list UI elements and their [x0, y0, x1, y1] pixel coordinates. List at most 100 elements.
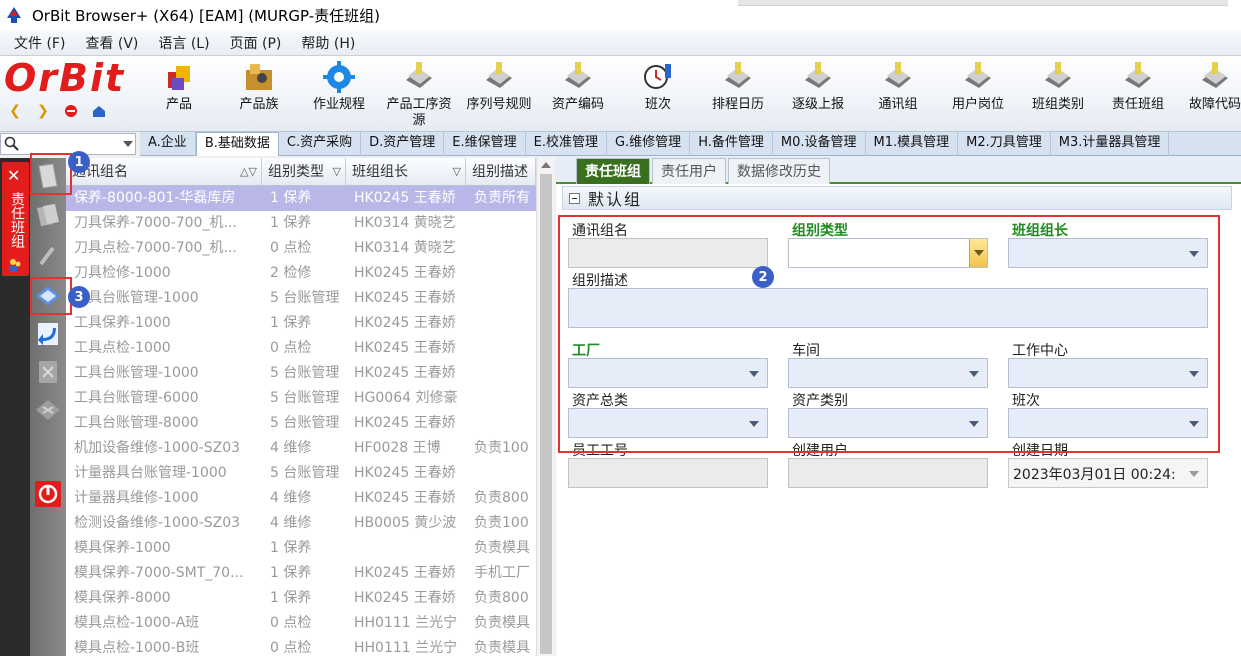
annotation-badge-2: 2 — [752, 266, 774, 288]
tab-change-history[interactable]: 数据修改历史 — [728, 158, 830, 184]
close-icon[interactable]: ✕ — [7, 166, 20, 185]
tab-equipment[interactable]: M0.设备管理 — [773, 132, 866, 156]
exit-icon[interactable] — [32, 478, 64, 510]
toolbar-procedure-button[interactable]: 作业规程 — [302, 60, 376, 130]
filter-icon[interactable]: ▽ — [453, 158, 461, 186]
attach-icon[interactable] — [32, 240, 64, 272]
copy-record-icon[interactable] — [32, 200, 64, 232]
table-cell — [466, 386, 536, 411]
toolbar-calendar-button[interactable]: 排程日历 — [701, 60, 775, 130]
highlight-box-3 — [30, 277, 72, 315]
table-row[interactable]: 工具保养-1000 1 保养 HK0245 王春娇 — [66, 311, 536, 336]
scroll-up-icon[interactable] — [541, 162, 551, 168]
menu-search-input[interactable] — [0, 133, 136, 155]
toolbar-user-position-button[interactable]: 用户岗位 — [941, 60, 1015, 130]
escalation-icon — [800, 60, 836, 94]
table-row[interactable]: 刀具保养-7000-700_机... 1 保养 HK0314 黄晓艺 — [66, 211, 536, 236]
menu-bar: 文件 (F) 查看 (V) 语言 (L) 页面 (P) 帮助 (H) — [0, 30, 1241, 56]
toolbar-fault-code-button[interactable]: 故障代码 — [1178, 60, 1241, 130]
tab-repair[interactable]: G.维修管理 — [607, 132, 691, 156]
table-cell: 2 检修 — [270, 265, 312, 281]
tab-asset-purchase[interactable]: C.资产采购 — [279, 132, 362, 156]
col-header-group-desc[interactable]: 组别描述 — [466, 158, 536, 186]
collapse-icon[interactable] — [569, 192, 580, 204]
open-page-tab[interactable]: ✕ 责任班组 — [2, 162, 29, 276]
table-row[interactable]: 模具保养-1000 1 保养 负责模具 — [66, 536, 536, 561]
created-date-picker[interactable]: 2023年03月01日 00:24: — [1008, 458, 1208, 488]
table-cell: 负责100 — [474, 515, 529, 531]
toolbar-responsible-team-button[interactable]: 责任班组 — [1101, 60, 1175, 130]
created-by-field[interactable] — [788, 458, 988, 488]
table-row[interactable]: 机加设备维修-1000-SZ03 4 维修 HF0028 王博 负责100 — [66, 436, 536, 461]
toolbar-escalation-button[interactable]: 逐级上报 — [781, 60, 855, 130]
back-icon[interactable]: ❮ — [6, 102, 24, 120]
toolbar-process-resource-button[interactable]: 产品工序资源 — [382, 60, 456, 130]
toolbar-product-button[interactable]: 产品 — [142, 60, 216, 130]
home-icon[interactable] — [90, 102, 108, 120]
section-default-group[interactable]: 默认组 — [562, 186, 1232, 210]
menu-help[interactable]: 帮助 (H) — [301, 33, 355, 53]
chevron-down-icon[interactable] — [1189, 471, 1199, 477]
title-strip — [738, 0, 1228, 6]
table-row[interactable]: 刀具检修-1000 2 检修 HK0245 王春娇 — [66, 261, 536, 286]
employee-no-field[interactable] — [568, 458, 768, 488]
col-header-group-name[interactable]: 通讯组名 △▽ — [66, 158, 262, 186]
table-cell: 5 台账管理 — [270, 365, 340, 381]
tab-basic-data[interactable]: B.基础数据 — [195, 132, 279, 156]
forward-icon[interactable]: ❯ — [34, 102, 52, 120]
table-row[interactable]: 模具保养-7000-SMT_70... 1 保养 HK0245 王春娇 手机工厂 — [66, 561, 536, 586]
toolbar-asset-code-button[interactable]: 资产编码 — [541, 60, 615, 130]
toolbar-shift-button[interactable]: 班次 — [621, 60, 695, 130]
table-row[interactable]: 刀具台账管理-1000 5 台账管理 HK0245 王春娇 — [66, 286, 536, 311]
toolbar-serial-rule-button[interactable]: 序列号规则 — [462, 60, 536, 130]
stop-icon[interactable] — [62, 102, 80, 120]
table-row[interactable]: 模具点检-1000-A班 0 点检 HH0111 兰光宁 负责模具 — [66, 611, 536, 636]
table-row[interactable]: 模具保养-8000 1 保养 HK0245 王春娇 负责800 — [66, 586, 536, 611]
col-header-group-type[interactable]: 组别类型 ▽ — [262, 158, 346, 186]
toolbar-product-family-button[interactable]: 产品族 — [222, 60, 296, 130]
detail-tab-strip: 责任班组 责任用户 数据修改历史 — [556, 156, 1241, 184]
tab-mold[interactable]: M1.模具管理 — [866, 132, 959, 156]
table-row[interactable]: 模具点检-1000-B班 0 点检 HH0111 兰光宁 负责模具 — [66, 636, 536, 656]
table-cell: HK0314 黄晓艺 — [354, 240, 456, 256]
grid-scrollbar[interactable] — [536, 158, 554, 656]
table-row[interactable]: 工具台账管理-8000 5 台账管理 HK0245 王春娇 — [66, 411, 536, 436]
table-cell: 手机工厂 — [474, 565, 530, 581]
chevron-down-icon[interactable] — [123, 141, 133, 147]
table-cell: HK0245 王春娇 — [354, 465, 456, 481]
menu-file[interactable]: 文件 (F) — [14, 33, 65, 53]
tab-enterprise[interactable]: A.企业 — [140, 132, 196, 156]
table-cell: 工具台账管理-6000 — [74, 390, 199, 406]
responsible-team-icon — [1120, 60, 1156, 94]
undo-icon[interactable] — [32, 318, 64, 350]
col-header-team-leader[interactable]: 班组组长 ▽ — [346, 158, 466, 186]
tab-maintenance[interactable]: E.维保管理 — [444, 132, 526, 156]
tab-responsible-team[interactable]: 责任班组 — [576, 158, 650, 184]
clear-icon[interactable] — [32, 394, 64, 426]
table-row[interactable]: 检测设备维修-1000-SZ03 4 维修 HB0005 黄少波 负责100 — [66, 511, 536, 536]
menu-view[interactable]: 查看 (V) — [85, 33, 138, 53]
table-row[interactable]: 计量器具台账管理-1000 5 台账管理 HK0245 王春娇 — [66, 461, 536, 486]
table-cell — [466, 361, 536, 386]
sort-filter-icon[interactable]: △▽ — [240, 158, 257, 186]
tab-asset-management[interactable]: D.资产管理 — [361, 132, 445, 156]
toolbar-comm-group-button[interactable]: 通讯组 — [861, 60, 935, 130]
table-row[interactable]: 工具点检-1000 0 点检 HK0245 王春娇 — [66, 336, 536, 361]
table-row[interactable]: 刀具点检-7000-700_机... 0 点检 HK0314 黄晓艺 — [66, 236, 536, 261]
toolbar-team-category-button[interactable]: 班组类别 — [1021, 60, 1095, 130]
table-row[interactable]: 计量器具维修-1000 4 维修 HK0245 王春娇 负责800 — [66, 486, 536, 511]
menu-language[interactable]: 语言 (L) — [158, 33, 209, 53]
tab-responsible-user[interactable]: 责任用户 — [652, 158, 726, 184]
filter-icon[interactable]: ▽ — [333, 158, 341, 186]
tab-calibration[interactable]: E.校准管理 — [526, 132, 607, 156]
tab-gauge[interactable]: M3.计量器具管理 — [1051, 132, 1170, 156]
table-row[interactable]: 工具台账管理-6000 5 台账管理 HG0064 刘修豪 — [66, 386, 536, 411]
scroll-thumb[interactable] — [540, 174, 552, 654]
menu-page[interactable]: 页面 (P) — [230, 33, 282, 53]
tab-cutter[interactable]: M2.刀具管理 — [958, 132, 1051, 156]
delete-icon[interactable] — [32, 356, 64, 388]
table-cell: 模具点检-1000-A班 — [74, 615, 200, 631]
table-row[interactable]: 工具台账管理-1000 5 台账管理 HK0245 王春娇 — [66, 361, 536, 386]
table-row[interactable]: 保养-8000-801-华磊库房 1 保养 HK0245 王春娇 负责所有 — [66, 186, 536, 211]
tab-spare-parts[interactable]: H.备件管理 — [690, 132, 773, 156]
